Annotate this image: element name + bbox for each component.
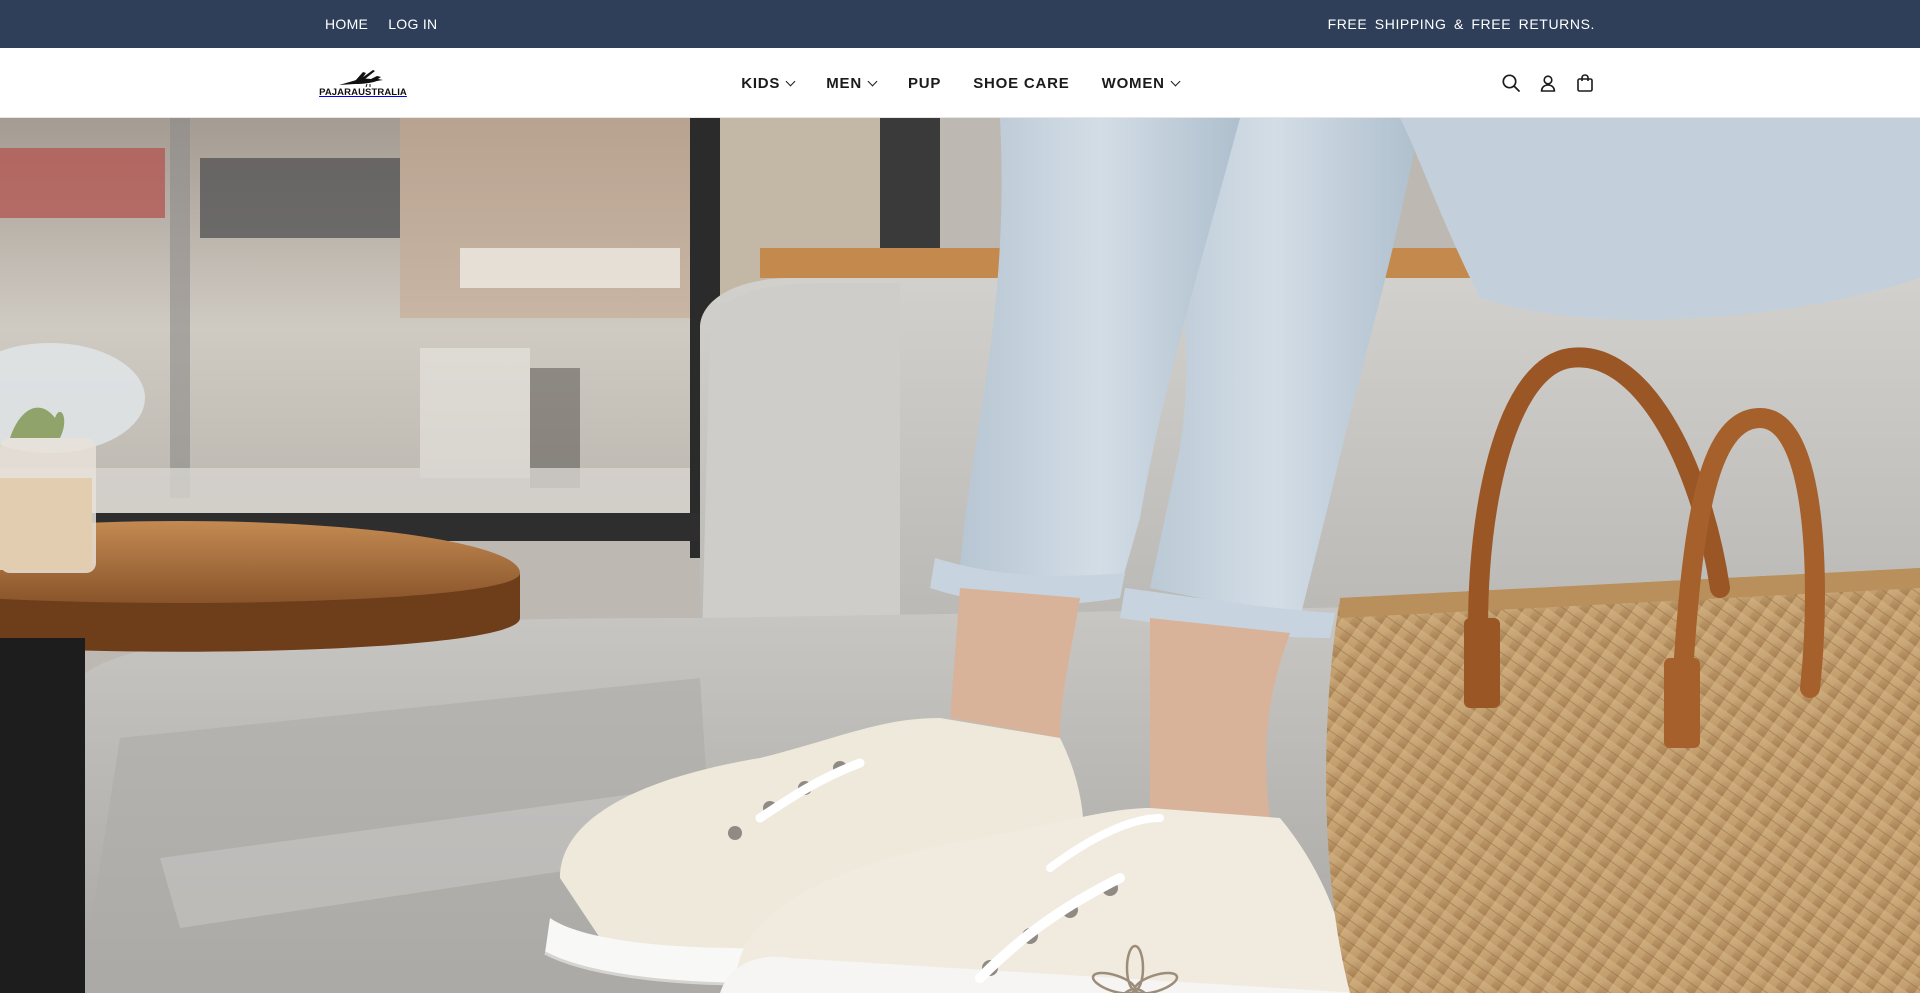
login-link[interactable]: LOG IN bbox=[388, 16, 437, 32]
search-button[interactable] bbox=[1500, 72, 1522, 94]
utility-links: HOME LOG IN bbox=[325, 0, 437, 48]
nav-item-kids[interactable]: KIDS bbox=[741, 74, 796, 92]
announcement-bar: HOME LOG IN FREE SHIPPING & FREE RETURNS… bbox=[0, 0, 1920, 48]
hero-image bbox=[0, 118, 1920, 993]
main-nav: KIDS MEN PUP SHOE CARE WOMEN bbox=[0, 48, 1920, 118]
nav-item-shoe-care[interactable]: SHOE CARE bbox=[973, 75, 1069, 92]
header-actions bbox=[1500, 48, 1596, 118]
chevron-down-icon bbox=[867, 76, 878, 86]
nav-item-men[interactable]: MEN bbox=[826, 74, 878, 92]
chevron-down-icon bbox=[1170, 76, 1181, 86]
promo-text: FREE SHIPPING & FREE RETURNS. bbox=[1327, 16, 1595, 32]
nav-item-pup[interactable]: PUP bbox=[908, 75, 941, 92]
nav-item-label: MEN bbox=[826, 74, 862, 92]
nav-item-label: KIDS bbox=[741, 74, 781, 92]
hero-banner[interactable] bbox=[0, 118, 1920, 993]
nav-item-label: SHOE CARE bbox=[973, 74, 1070, 92]
cart-button[interactable] bbox=[1574, 72, 1596, 94]
brand-logo-text: PAJARAUSTRALIA bbox=[319, 87, 407, 98]
nav-item-label: PUP bbox=[907, 74, 942, 92]
nav-item-label: WOMEN bbox=[1101, 74, 1165, 92]
bird-logo-icon bbox=[339, 70, 383, 88]
search-icon bbox=[1502, 74, 1520, 92]
cart-icon bbox=[1577, 74, 1593, 92]
site-header: PAJARAUSTRALIA KIDS MEN PUP SHOE CARE WO… bbox=[0, 48, 1920, 118]
home-link[interactable]: HOME bbox=[325, 16, 368, 32]
chevron-down-icon bbox=[785, 76, 796, 86]
account-button[interactable] bbox=[1537, 72, 1559, 94]
nav-item-women[interactable]: WOMEN bbox=[1101, 74, 1181, 92]
account-icon bbox=[1540, 75, 1556, 92]
brand-logo[interactable]: PAJARAUSTRALIA bbox=[319, 68, 407, 98]
